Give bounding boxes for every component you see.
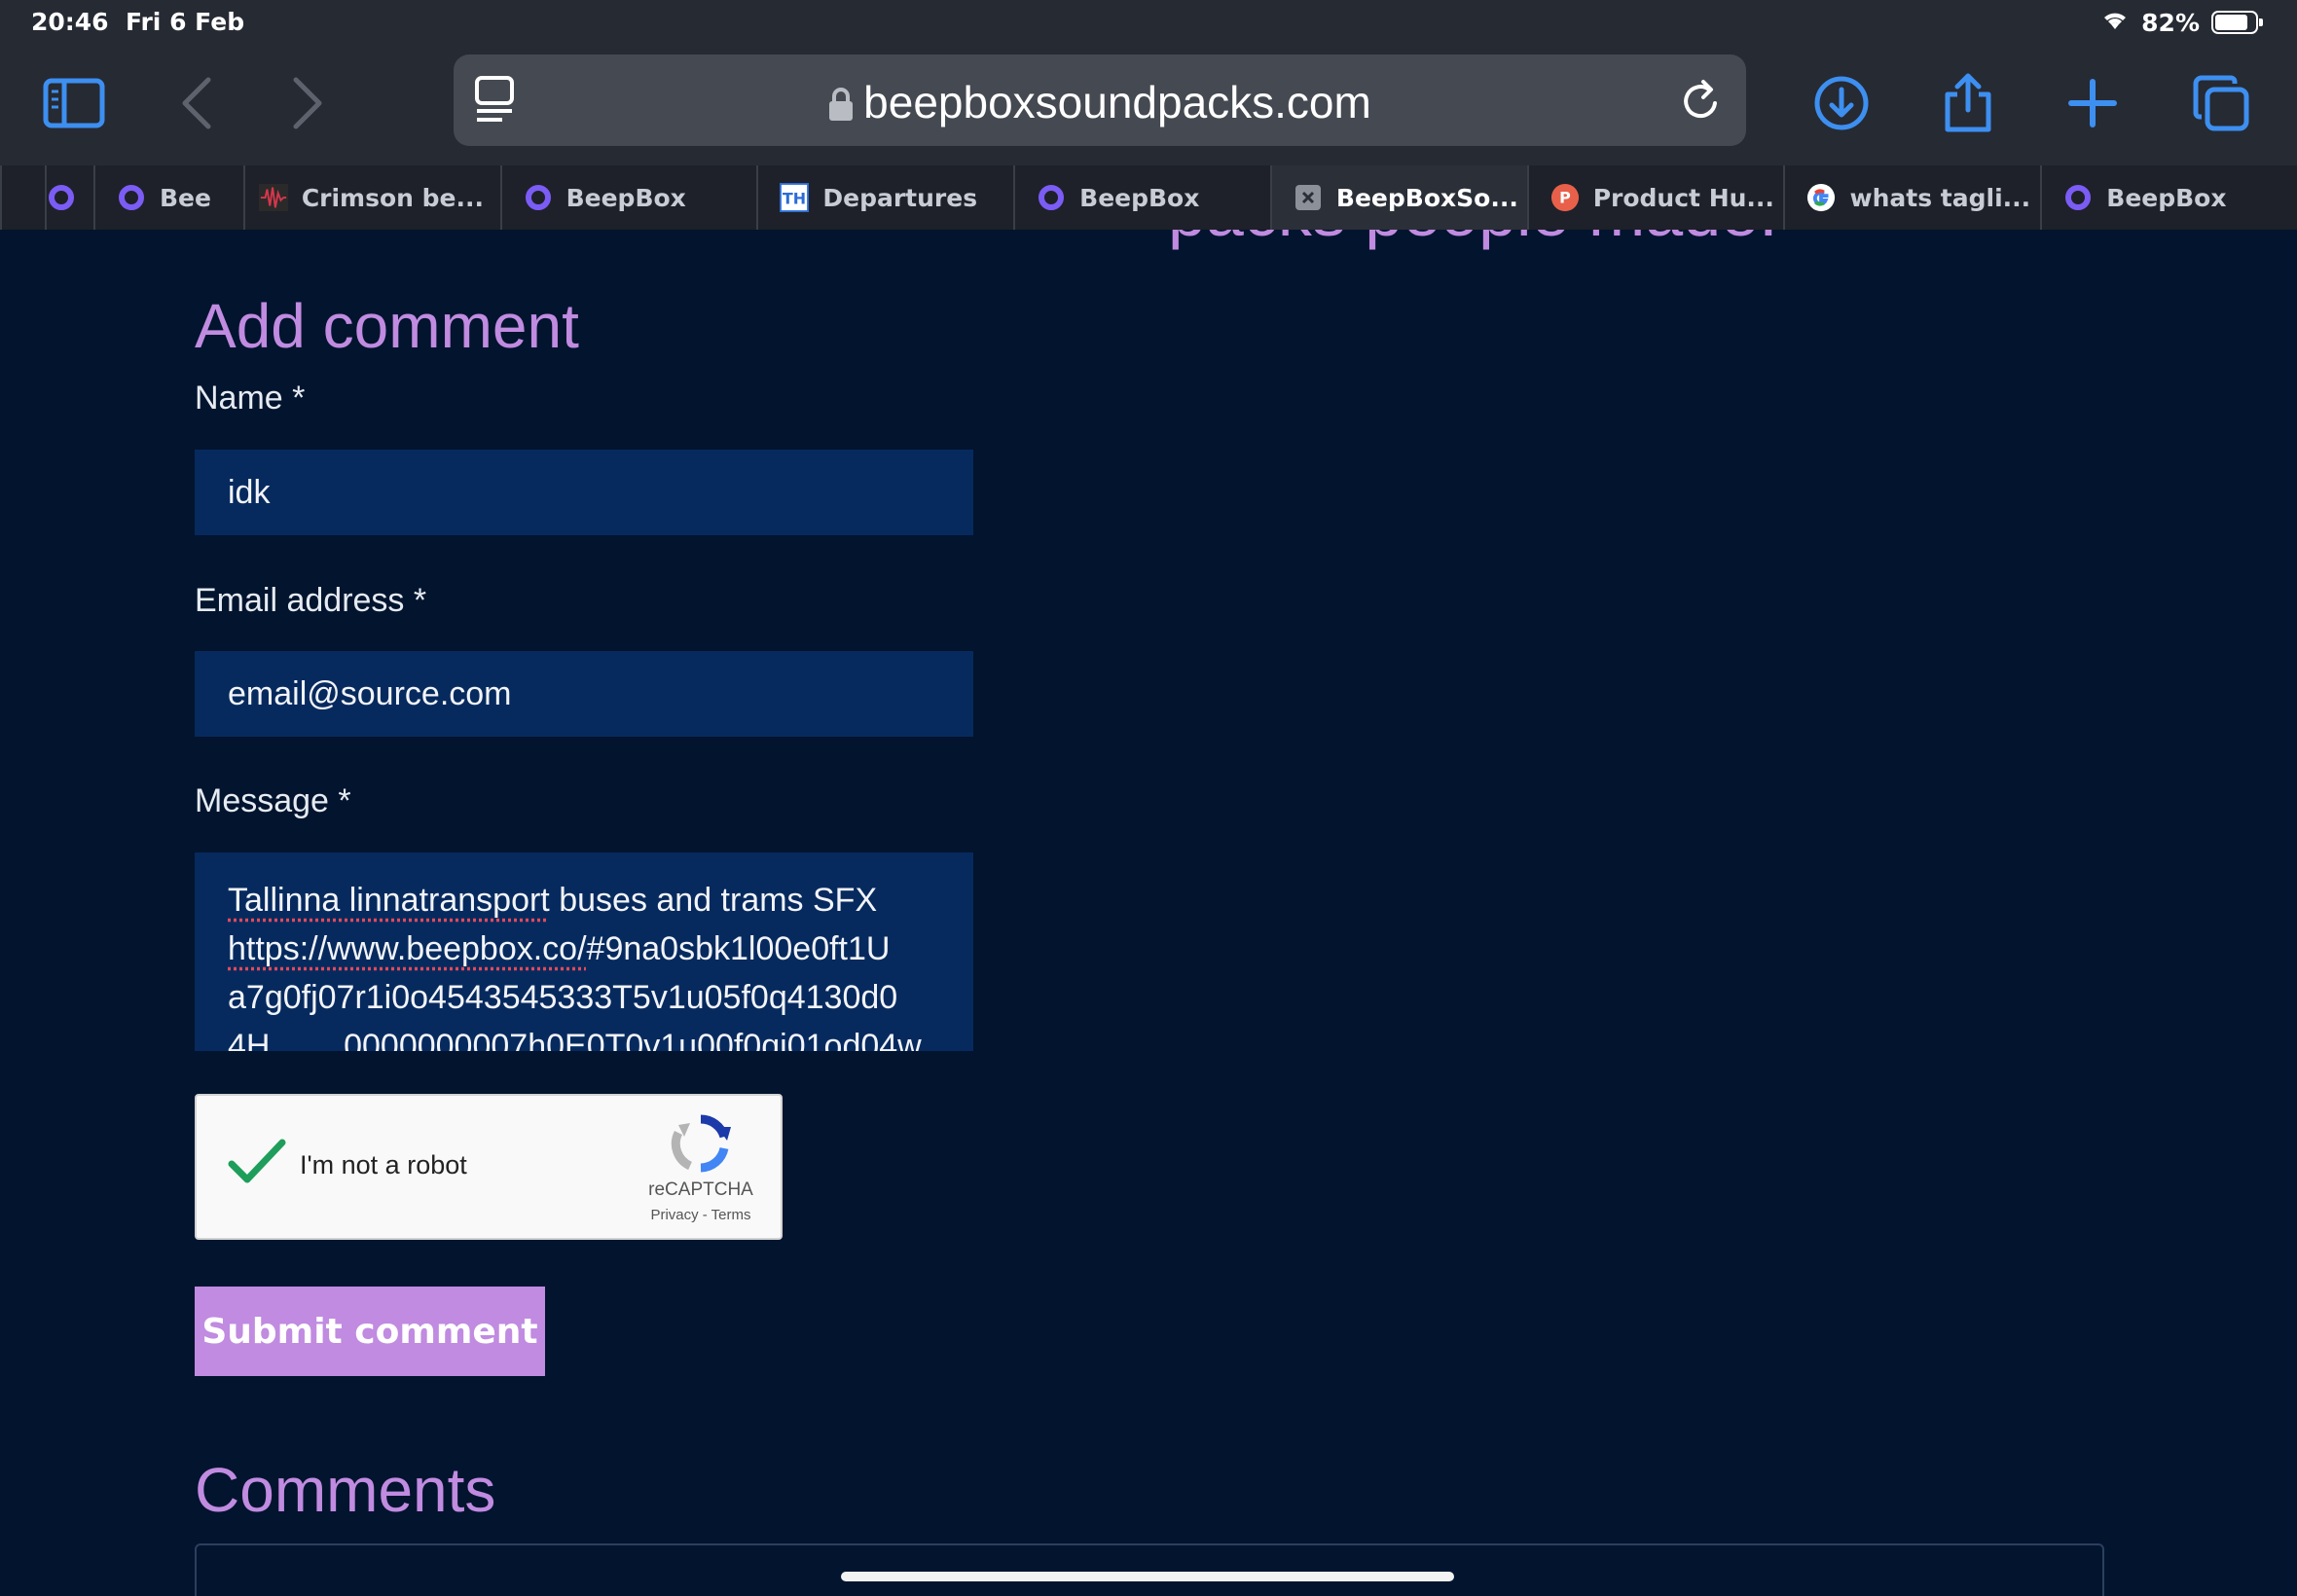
waveform-icon: [258, 183, 288, 212]
address-bar[interactable]: beepboxsoundpacks.com: [454, 54, 1746, 146]
status-time: 20:46 Fri 6 Feb: [31, 8, 245, 36]
status-bar: 20:46 Fri 6 Feb 82%: [0, 0, 2297, 45]
message-textarea[interactable]: Tallinna linnatransport buses and trams …: [195, 852, 973, 1051]
captcha-label: I'm not a robot: [300, 1150, 467, 1179]
web-page: packs people made. Add comment Name * id…: [0, 230, 2297, 1596]
add-comment-heading: Add comment: [195, 291, 579, 361]
lock-icon: [828, 80, 854, 132]
tab-5[interactable]: BeepBox: [1013, 165, 1270, 230]
tab-placeholder[interactable]: [0, 165, 45, 230]
tab-9[interactable]: BeepBox: [2040, 165, 2297, 230]
tab-bar: Bee Crimson be... BeepBox TH Departures …: [0, 165, 2297, 230]
tab-7[interactable]: P Product Hu...: [1526, 165, 1784, 230]
message-line: 4H____0000000007h0E0T0v1u00f0qj01od04w: [228, 1028, 922, 1051]
beepbox-ring-icon: [2063, 183, 2093, 212]
wifi-icon: [2100, 8, 2130, 37]
message-label: Message *: [195, 782, 351, 819]
message-line: https://www.beepbox.co/#9na0sbk1l00e0ft1…: [228, 930, 891, 967]
comment-card: [195, 1543, 2104, 1596]
close-icon[interactable]: [1294, 183, 1323, 212]
tab-8[interactable]: whats tagli...: [1783, 165, 2040, 230]
beepbox-ring-icon: [47, 183, 76, 212]
reload-icon[interactable]: [1680, 76, 1723, 128]
submit-comment-button[interactable]: Submit comment: [195, 1287, 545, 1376]
back-icon[interactable]: [165, 72, 228, 134]
recaptcha-logo: reCAPTCHA Privacy - Terms: [642, 1113, 759, 1223]
tab-3[interactable]: BeepBox: [499, 165, 757, 230]
email-input[interactable]: email@source.com: [195, 651, 973, 737]
battery-icon: [2211, 11, 2263, 34]
cutoff-heading: packs people made.: [1168, 230, 1778, 251]
browser-toolbar: beepboxsoundpacks.com: [0, 45, 2297, 165]
battery-percent: 82%: [2141, 8, 2200, 37]
google-icon: [1806, 183, 1836, 212]
tab-4[interactable]: TH Departures: [756, 165, 1013, 230]
url-text[interactable]: beepboxsoundpacks.com: [454, 76, 1746, 132]
tab-6-active[interactable]: BeepBoxSo...: [1269, 165, 1527, 230]
svg-text:P: P: [1559, 189, 1571, 207]
beepbox-ring-icon: [524, 183, 553, 212]
producthunt-icon: P: [1550, 183, 1580, 212]
message-line: Tallinna linnatransport buses and trams …: [228, 882, 878, 919]
comments-heading: Comments: [195, 1455, 496, 1525]
beepbox-ring-icon: [1037, 183, 1066, 212]
svg-text:TH: TH: [783, 190, 806, 208]
email-label: Email address *: [195, 582, 427, 619]
recaptcha-links[interactable]: Privacy - Terms: [642, 1207, 759, 1223]
home-indicator[interactable]: [841, 1572, 1454, 1581]
name-label: Name *: [195, 380, 306, 417]
new-tab-icon[interactable]: [2061, 72, 2124, 134]
th-icon: TH: [780, 183, 810, 212]
tab-1[interactable]: Bee: [92, 165, 243, 230]
download-icon[interactable]: [1810, 72, 1873, 134]
tab-2[interactable]: Crimson be...: [242, 165, 500, 230]
name-input[interactable]: idk: [195, 450, 973, 535]
status-right: 82%: [2100, 8, 2263, 37]
tabs-icon[interactable]: [2190, 72, 2252, 134]
share-icon[interactable]: [1937, 72, 1999, 134]
forward-icon[interactable]: [276, 72, 339, 134]
recaptcha-brand: reCAPTCHA: [648, 1179, 753, 1200]
recaptcha-icon: [671, 1114, 731, 1178]
sidebar-icon[interactable]: [43, 72, 105, 134]
beepbox-ring-icon: [117, 183, 146, 212]
checkmark-icon[interactable]: [228, 1139, 286, 1189]
recaptcha-widget: I'm not a robot reCAPTCHA Privacy - Term…: [195, 1094, 783, 1240]
tab-0[interactable]: [44, 165, 93, 230]
message-line: a7g0fj07r1i0o4543545333T5v1u05f0q4130d0: [228, 979, 898, 1016]
